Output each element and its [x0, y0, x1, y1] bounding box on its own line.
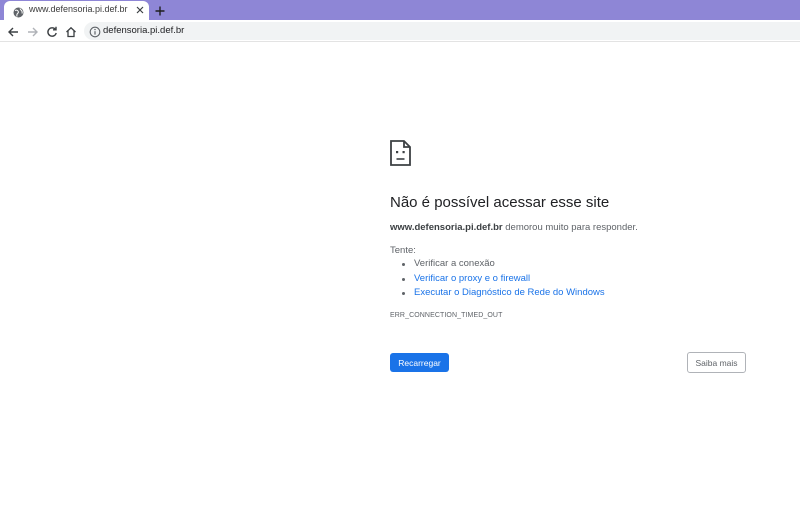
globe-icon: [13, 5, 24, 18]
url-text[interactable]: defensoria.pi.def.br: [103, 25, 184, 36]
arrow-right-icon[interactable]: [27, 25, 39, 37]
reload-button[interactable]: Recarregar: [390, 353, 449, 372]
home-icon[interactable]: [65, 25, 77, 38]
error-summary-text: demorou muito para responder.: [502, 222, 638, 233]
details-button[interactable]: Saiba mais: [687, 352, 746, 373]
error-code: ERR_CONNECTION_TIMED_OUT: [390, 312, 503, 319]
browser-toolbar: defensoria.pi.def.br: [0, 20, 800, 42]
info-icon[interactable]: [89, 25, 101, 38]
try-label: Tente:: [390, 245, 416, 256]
arrow-left-icon[interactable]: [7, 25, 19, 37]
suggestion-check-connection: Verificar a conexão: [390, 258, 605, 273]
suggestion-network-diagnostics-link[interactable]: Executar o Diagnóstico de Rede do Window…: [390, 287, 605, 302]
tab-strip: www.defensoria.pi.def.br: [0, 0, 800, 20]
tab-title: www.defensoria.pi.def.br: [29, 4, 128, 14]
browser-tab[interactable]: www.defensoria.pi.def.br: [4, 1, 149, 20]
reload-icon[interactable]: [46, 25, 58, 37]
suggestion-list: Verificar a conexão Verificar o proxy e …: [390, 258, 605, 302]
page-title: Não é possível acessar esse site: [390, 194, 610, 211]
suggestion-check-proxy-link[interactable]: Verificar o proxy e o firewall: [390, 273, 605, 288]
error-host: www.defensoria.pi.def.br: [390, 222, 503, 233]
error-summary: www.defensoria.pi.def.br demorou muito p…: [390, 222, 638, 233]
new-tab-plus-icon[interactable]: [154, 4, 166, 16]
address-bar[interactable]: defensoria.pi.def.br: [84, 22, 800, 40]
sad-page-icon: [390, 140, 411, 166]
close-icon[interactable]: [135, 5, 145, 15]
